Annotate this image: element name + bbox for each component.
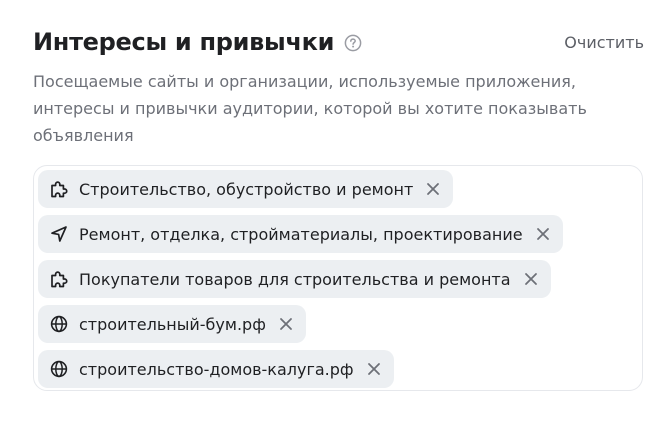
puzzle-icon [49, 179, 69, 199]
section-title: Интересы и привычки [33, 28, 335, 56]
tag-chip: Ремонт, отделка, стройматериалы, проекти… [38, 215, 563, 253]
tag-label: строительный-бум.рф [79, 314, 266, 334]
tag-chip: строительный-бум.рф [38, 305, 306, 343]
title-wrap: Интересы и привычки [33, 28, 362, 56]
tag-label: Строительство, обустройство и ремонт [79, 179, 414, 199]
tag-label: Покупатели товаров для строительства и р… [79, 269, 511, 289]
close-icon[interactable] [535, 226, 551, 242]
close-icon[interactable] [425, 181, 441, 197]
section-description: Посещаемые сайты и организации, использу… [33, 72, 587, 145]
clear-button[interactable]: Очистить [564, 33, 644, 52]
tag-label: строительство-домов-калуга.рф [79, 359, 354, 379]
section-header: Интересы и привычки Очистить [33, 24, 645, 60]
close-icon[interactable] [278, 316, 294, 332]
close-icon[interactable] [523, 271, 539, 287]
tag-chip: строительство-домов-калуга.рф [38, 350, 394, 388]
close-icon[interactable] [366, 361, 382, 377]
tag-label: Ремонт, отделка, стройматериалы, проекти… [79, 224, 523, 244]
tag-chip: Строительство, обустройство и ремонт [38, 170, 454, 208]
puzzle-icon [49, 269, 69, 289]
interests-section: Интересы и привычки Очистить Посещаемые … [33, 24, 645, 149]
tags-container[interactable]: Строительство, обустройство и ремонт Рем… [33, 165, 643, 391]
globe-icon [49, 314, 69, 334]
navigation-arrow-icon [49, 224, 69, 244]
tag-chip: Покупатели товаров для строительства и р… [38, 260, 551, 298]
question-circle-icon[interactable] [344, 34, 362, 52]
globe-icon [49, 359, 69, 379]
